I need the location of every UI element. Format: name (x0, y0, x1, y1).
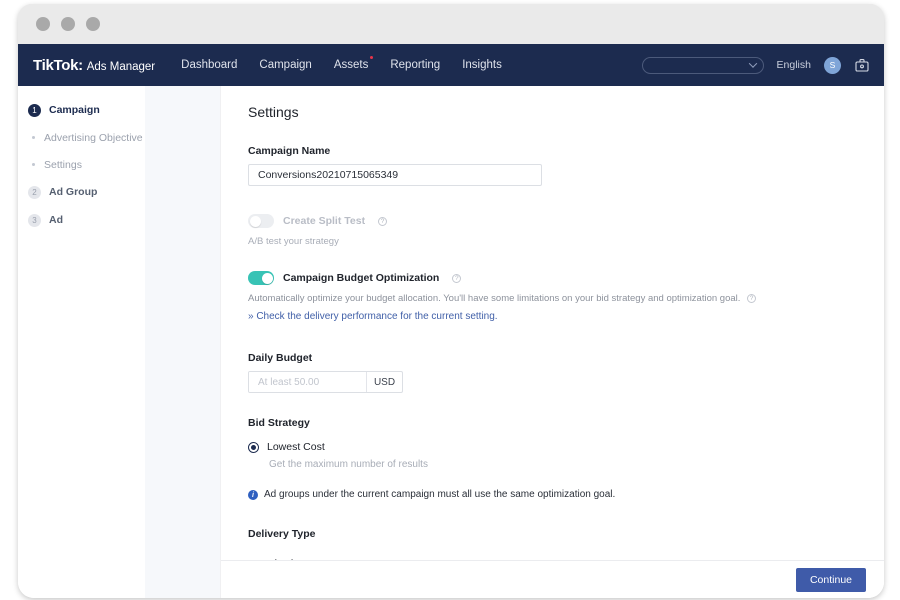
optimization-goal-note: i Ad groups under the current campaign m… (248, 489, 884, 500)
top-navigation-bar: TikTok: Ads Manager Dashboard Campaign A… (18, 44, 884, 86)
help-icon[interactable]: ? (378, 216, 388, 226)
help-icon[interactable]: ? (452, 273, 462, 283)
nav-item-insights[interactable]: Insights (462, 59, 502, 71)
step-badge-1: 1 (28, 103, 41, 117)
budget-optimization-helper: Automatically optimize your budget alloc… (248, 293, 884, 304)
sidebar-item-settings[interactable]: Settings (28, 151, 145, 178)
continue-button[interactable]: Continue (795, 567, 866, 592)
bid-strategy-option-lowest-cost[interactable]: Lowest Cost (248, 441, 884, 453)
campaign-name-label: Campaign Name (248, 145, 331, 157)
bullet-icon (32, 163, 35, 166)
close-icon[interactable] (36, 17, 50, 31)
main-content: Settings Campaign Name Create Split Test… (220, 86, 884, 598)
step-number: 2 (32, 187, 37, 197)
step-badge-2: 2 (28, 185, 41, 199)
bid-strategy-option-description: Get the maximum number of results (269, 459, 428, 470)
nav-item-assets[interactable]: Assets (333, 56, 374, 71)
app-logo[interactable]: TikTok: Ads Manager (33, 57, 155, 74)
avatar[interactable]: S (824, 56, 841, 74)
help-icon[interactable]: ? (747, 293, 757, 303)
daily-budget-field: USD (248, 371, 403, 393)
sidebar-item-label: Campaign (49, 104, 100, 116)
note-text: Ad groups under the current campaign mus… (264, 489, 616, 500)
budget-optimization-label: Campaign Budget Optimization (283, 272, 440, 284)
bullet-icon (32, 136, 35, 139)
minimize-icon[interactable] (61, 17, 75, 31)
sidebar-item-ad[interactable]: 3 Ad (28, 206, 145, 234)
footer-bar: Continue (221, 560, 884, 598)
radio-label: Lowest Cost (267, 441, 325, 453)
brand-subtitle: Ads Manager (86, 60, 156, 73)
delivery-performance-link[interactable]: » Check the delivery performance for the… (248, 311, 498, 322)
step-number: 1 (32, 105, 37, 115)
budget-optimization-row: Campaign Budget Optimization ? (248, 271, 884, 285)
info-icon: i (248, 490, 258, 500)
step-badge-3: 3 (28, 213, 41, 227)
nav-item-label: Dashboard (181, 59, 238, 71)
sidebar-item-ad-group[interactable]: 2 Ad Group (28, 178, 145, 206)
nav-item-label: Insights (462, 59, 502, 71)
browser-window: TikTok: Ads Manager Dashboard Campaign A… (18, 4, 884, 598)
avatar-initial: S (829, 60, 836, 70)
radio-lowest-cost[interactable] (248, 441, 259, 453)
sidebar-item-label: Ad Group (49, 186, 98, 198)
sidebar-item-campaign[interactable]: 1 Campaign (28, 96, 145, 124)
campaign-name-input[interactable] (248, 164, 542, 186)
nav-item-reporting[interactable]: Reporting (390, 59, 440, 71)
chevron-down-icon (748, 59, 757, 68)
nav-right-group: English S (641, 56, 870, 74)
budget-optimization-toggle[interactable] (248, 271, 274, 285)
briefcase-icon[interactable] (854, 57, 870, 73)
language-selector[interactable]: English (777, 59, 811, 71)
sidebar-item-advertising-objective[interactable]: Advertising Objective (28, 124, 145, 151)
step-number: 3 (32, 215, 37, 225)
nav-item-dashboard[interactable]: Dashboard (181, 59, 237, 71)
sidebar: 1 Campaign Advertising Objective Setting… (18, 86, 145, 598)
maximize-icon[interactable] (86, 17, 100, 31)
sidebar-sub-label: Advertising Objective (44, 131, 143, 144)
app-body: 1 Campaign Advertising Objective Setting… (18, 86, 884, 598)
currency-label: USD (366, 372, 402, 392)
toggle-knob (249, 215, 261, 227)
sidebar-item-label: Ad (49, 214, 63, 226)
helper-text: Automatically optimize your budget alloc… (248, 293, 741, 304)
daily-budget-input[interactable] (249, 372, 366, 392)
split-test-label: Create Split Test (283, 215, 366, 227)
secondary-panel (145, 86, 220, 598)
toggle-knob (261, 272, 273, 284)
brand-name: TikTok: (33, 56, 83, 74)
daily-budget-label: Daily Budget (248, 352, 313, 364)
nav-item-label: Reporting (390, 59, 441, 71)
delivery-type-label: Delivery Type (248, 528, 316, 540)
nav-links: Dashboard Campaign Assets Reporting Insi… (181, 56, 502, 71)
notification-dot-icon (370, 56, 374, 59)
nav-item-label: Campaign (259, 59, 312, 71)
nav-item-label: Assets (333, 59, 369, 71)
split-test-toggle[interactable] (248, 214, 274, 228)
nav-item-campaign[interactable]: Campaign (259, 59, 311, 71)
sidebar-sub-label: Settings (44, 158, 82, 171)
split-test-helper: A/B test your strategy (248, 236, 339, 247)
split-test-row: Create Split Test ? (248, 214, 884, 228)
page-title: Settings (248, 104, 299, 120)
bid-strategy-label: Bid Strategy (248, 417, 310, 429)
account-select[interactable] (641, 56, 764, 74)
window-titlebar (18, 4, 884, 44)
